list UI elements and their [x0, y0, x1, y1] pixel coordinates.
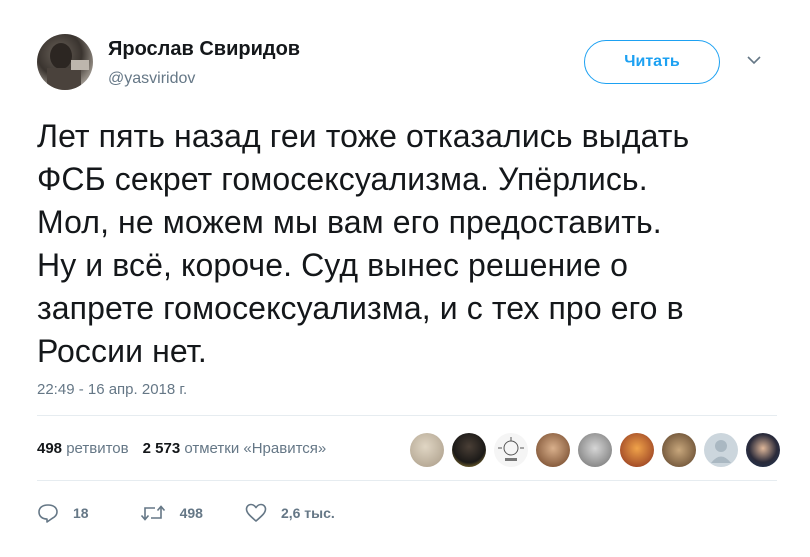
reply-icon — [38, 504, 58, 523]
tweet-line: ФСБ секрет гомосексуализма. Упёрлись. — [37, 161, 648, 197]
tweet-line: России нет. — [37, 333, 207, 369]
tweet-text: Лет пять назад геи тоже отказались выдат… — [37, 115, 777, 373]
tweet-line: Ну и всё, короче. Суд вынес решение о — [37, 247, 629, 283]
liker-avatar-1[interactable] — [410, 433, 444, 467]
liker-avatar-4[interactable] — [536, 433, 570, 467]
author-name[interactable]: Ярослав Свиридов — [108, 38, 300, 61]
liker-avatar-6[interactable] — [620, 433, 654, 467]
retweets-count: 498 — [37, 440, 63, 457]
like-button[interactable]: 2,6 тыс. — [245, 503, 335, 523]
tweet-line: Мол, не можем мы вам его предоставить. — [37, 204, 662, 240]
liker-avatar-3[interactable] — [494, 433, 528, 467]
liker-avatar-8[interactable] — [704, 433, 738, 467]
liker-avatar-2[interactable] — [452, 433, 486, 467]
author-photo-icon — [47, 43, 89, 90]
tweet-line: запрете гомосексуализма, и с тех про его… — [37, 290, 684, 326]
retweet-button[interactable]: 498 — [140, 503, 203, 523]
tweet-line: Лет пять назад геи тоже отказались выдат… — [37, 118, 690, 154]
reply-count: 18 — [73, 505, 89, 521]
likers-avatars — [410, 433, 780, 467]
author-handle[interactable]: @yasviridov — [108, 70, 195, 88]
liker-avatar-7[interactable] — [662, 433, 696, 467]
chevron-down-icon[interactable] — [744, 50, 764, 70]
liker-avatar-5[interactable] — [578, 433, 612, 467]
tweet-stats: 498 ретвитов 2 573 отметки «Нравится» — [37, 440, 326, 457]
divider — [37, 415, 777, 416]
retweet-count: 498 — [179, 505, 203, 521]
tweet-actions: 18 498 2,6 тыс. — [37, 503, 335, 523]
follow-button[interactable]: Читать — [584, 40, 720, 84]
author-avatar[interactable] — [37, 34, 93, 90]
tweet-timestamp[interactable]: 22:49 - 16 апр. 2018 г. — [37, 381, 187, 398]
heart-icon — [245, 503, 267, 522]
likes-label: отметки «Нравится» — [184, 440, 327, 457]
reply-button[interactable]: 18 — [37, 503, 89, 523]
retweets-label: ретвитов — [66, 440, 129, 457]
likes-count: 2 573 — [142, 440, 181, 457]
like-count: 2,6 тыс. — [280, 505, 335, 521]
divider — [37, 480, 777, 481]
retweets-stat[interactable]: 498 ретвитов — [37, 440, 129, 457]
likes-stat[interactable]: 2 573 отметки «Нравится» — [143, 440, 327, 457]
liker-avatar-9[interactable] — [746, 433, 780, 467]
retweet-icon — [140, 505, 165, 521]
